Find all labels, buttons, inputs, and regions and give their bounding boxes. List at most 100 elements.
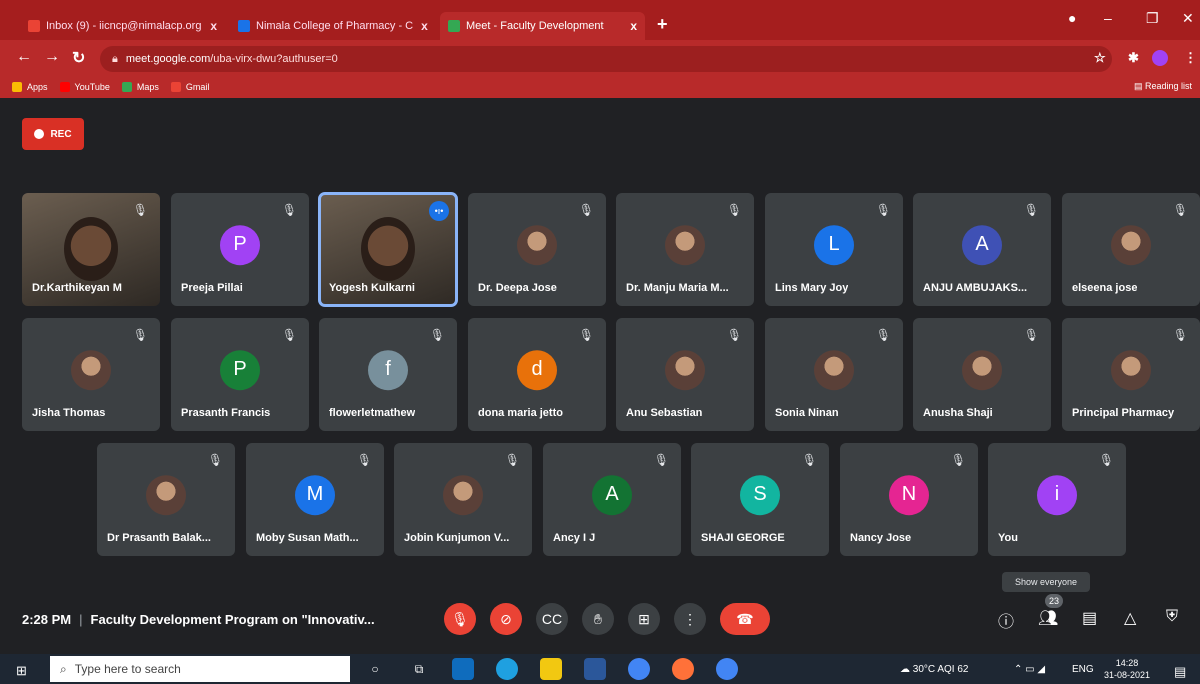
people-icon[interactable]: 👥︎ xyxy=(1038,608,1058,628)
reading-list-button[interactable]: ▤ Reading list xyxy=(1134,81,1192,92)
bookmark-apps[interactable]: Apps xyxy=(12,82,48,92)
bookmark-maps[interactable]: Maps xyxy=(121,82,159,92)
participant-tile[interactable]: 🎙︎ Sonia Ninan xyxy=(765,318,903,431)
taskbar-search-input[interactable]: ⌕ Type here to search xyxy=(50,656,350,682)
windows-start-icon[interactable]: ⊞ xyxy=(16,663,27,679)
participant-tile[interactable]: 🎙︎ Principal Pharmacy xyxy=(1062,318,1200,431)
participant-tile[interactable]: 🎙︎ Jisha Thomas xyxy=(22,318,160,431)
meeting-info[interactable]: 2:28 PM | Faculty Development Program on "… xyxy=(22,612,375,627)
captions-button[interactable]: CC xyxy=(536,603,568,635)
close-icon[interactable]: x xyxy=(202,19,217,33)
participant-tile[interactable]: 🎙︎ Anusha Shaji xyxy=(913,318,1051,431)
tab-meet[interactable]: Meet - Faculty Development x xyxy=(440,12,645,40)
notifications-icon[interactable]: ▤ xyxy=(1174,664,1186,680)
camera-off-button[interactable]: ⊘ xyxy=(490,603,522,635)
participant-video xyxy=(64,217,118,281)
firefox-icon[interactable] xyxy=(672,658,694,680)
profile-icon[interactable]: ● xyxy=(1068,10,1076,26)
close-window-icon[interactable]: ✕ xyxy=(1182,10,1194,27)
participant-tile[interactable]: i 🎙︎ You xyxy=(988,443,1126,556)
participant-name: Prasanth Francis xyxy=(181,407,271,419)
participant-tile[interactable]: 🎙︎ Jobin Kunjumon V... xyxy=(394,443,532,556)
participant-name: Jobin Kunjumon V... xyxy=(404,532,510,544)
bookmarks-bar: Apps YouTube Maps Gmail ▤ Reading list xyxy=(0,76,1200,98)
edge-icon[interactable] xyxy=(496,658,518,680)
chrome-icon[interactable] xyxy=(628,658,650,680)
participant-tile[interactable]: A 🎙︎ Ancy I J xyxy=(543,443,681,556)
avatar xyxy=(71,349,111,390)
gmail-icon xyxy=(28,20,40,32)
participant-tile[interactable]: P 🎙︎ Preeja Pillai xyxy=(171,193,309,306)
muted-mic-icon: 🎙︎ xyxy=(1172,203,1188,217)
participant-tile[interactable]: 🎙︎ Dr.Karthikeyan M xyxy=(22,193,160,306)
site-icon xyxy=(238,20,250,32)
store-icon[interactable] xyxy=(584,658,606,680)
chrome-active-icon[interactable] xyxy=(716,658,738,680)
url-input[interactable]: 🔒︎ meet.google.com /uba-virx-dwu?authuse… xyxy=(100,46,1112,72)
menu-icon[interactable]: ⋮ xyxy=(1184,50,1197,66)
maximize-icon[interactable]: ❐ xyxy=(1146,10,1159,27)
present-button[interactable]: ⊞ xyxy=(628,603,660,635)
participant-tile[interactable]: N 🎙︎ Nancy Jose xyxy=(840,443,978,556)
bookmark-star-icon[interactable]: ☆ xyxy=(1094,50,1106,66)
participant-tile[interactable]: f 🎙︎ flowerletmathew xyxy=(319,318,457,431)
participant-name: Anusha Shaji xyxy=(923,407,993,419)
participant-tile[interactable]: 🎙︎ Dr. Deepa Jose xyxy=(468,193,606,306)
tray-icons[interactable]: ⌃ ▭ ◢ xyxy=(1014,664,1045,675)
participant-name: Lins Mary Joy xyxy=(775,282,849,294)
file-explorer-icon[interactable] xyxy=(540,658,562,680)
participant-tile[interactable]: d 🎙︎ dona maria jetto xyxy=(468,318,606,431)
avatar[interactable] xyxy=(1152,50,1168,66)
reload-icon[interactable]: ↻ xyxy=(72,48,85,68)
participant-name: Anu Sebastian xyxy=(626,407,703,419)
participant-name: You xyxy=(998,532,1018,544)
new-tab-button[interactable]: + xyxy=(657,14,668,35)
taskbar-clock[interactable]: 14:28 31-08-2021 xyxy=(1104,657,1150,681)
avatar: N xyxy=(889,474,929,515)
extensions-icon[interactable]: ✱ xyxy=(1128,50,1139,66)
meeting-details-icon[interactable]: ⓘ xyxy=(998,608,1014,632)
participant-tile[interactable]: A 🎙︎ ANJU AMBUJAKS... xyxy=(913,193,1051,306)
participant-tile[interactable]: S 🎙︎ SHAJI GEORGE xyxy=(691,443,829,556)
minimize-icon[interactable]: – xyxy=(1104,10,1112,26)
activities-icon[interactable]: △ xyxy=(1124,608,1136,628)
chat-icon[interactable]: ▤ xyxy=(1082,608,1097,628)
host-controls-icon[interactable]: ⛨ xyxy=(1166,608,1178,626)
participant-tile[interactable]: 🎙︎ Dr. Manju Maria M... xyxy=(616,193,754,306)
close-icon[interactable]: x xyxy=(413,19,428,33)
muted-mic-icon: 🎙︎ xyxy=(726,328,742,342)
muted-mic-icon: 🎙︎ xyxy=(356,453,372,467)
tab-college[interactable]: Nimala College of Pharmacy - C x xyxy=(230,12,435,40)
participant-tile[interactable]: P 🎙︎ Prasanth Francis xyxy=(171,318,309,431)
back-icon[interactable]: ← xyxy=(16,48,32,66)
task-view-icon[interactable]: ⧉ xyxy=(408,658,430,680)
participant-tile[interactable]: •ı• Yogesh Kulkarni xyxy=(318,192,458,307)
muted-mic-icon: 🎙︎ xyxy=(132,203,148,217)
participant-name: Yogesh Kulkarni xyxy=(329,282,415,294)
cortana-icon[interactable]: ○ xyxy=(364,658,386,680)
muted-mic-icon: 🎙︎ xyxy=(875,203,891,217)
leave-call-button[interactable]: ☎︎ xyxy=(720,603,770,635)
bookmark-youtube[interactable]: YouTube xyxy=(59,82,110,92)
mic-off-button[interactable]: 🎙︎ xyxy=(444,603,476,635)
participant-tile[interactable]: M 🎙︎ Moby Susan Math... xyxy=(246,443,384,556)
avatar: A xyxy=(592,474,632,515)
participant-tile[interactable]: 🎙︎ Anu Sebastian xyxy=(616,318,754,431)
meeting-time: 2:28 PM xyxy=(22,612,72,627)
participant-tile[interactable]: L 🎙︎ Lins Mary Joy xyxy=(765,193,903,306)
participant-tile[interactable]: 🎙︎ elseena jose xyxy=(1062,193,1200,306)
bookmark-gmail[interactable]: Gmail xyxy=(170,82,209,92)
tab-gmail[interactable]: Inbox (9) - iicncp@nimalacp.org x xyxy=(20,12,225,40)
weather-widget[interactable]: ☁ 30°C AQI 62 xyxy=(900,664,968,675)
participant-tile[interactable]: 🎙︎ Dr Prasanth Balak... xyxy=(97,443,235,556)
more-options-button[interactable]: ⋮ xyxy=(674,603,706,635)
avatar: P xyxy=(220,224,260,265)
mail-icon[interactable] xyxy=(452,658,474,680)
muted-mic-icon: 🎙︎ xyxy=(653,453,669,467)
forward-icon[interactable]: → xyxy=(44,48,60,66)
muted-mic-icon: 🎙︎ xyxy=(578,203,594,217)
raise-hand-button[interactable]: ✋︎ xyxy=(582,603,614,635)
close-icon[interactable]: x xyxy=(622,19,637,33)
language-indicator[interactable]: ENG xyxy=(1072,664,1094,675)
avatar: S xyxy=(740,474,780,515)
